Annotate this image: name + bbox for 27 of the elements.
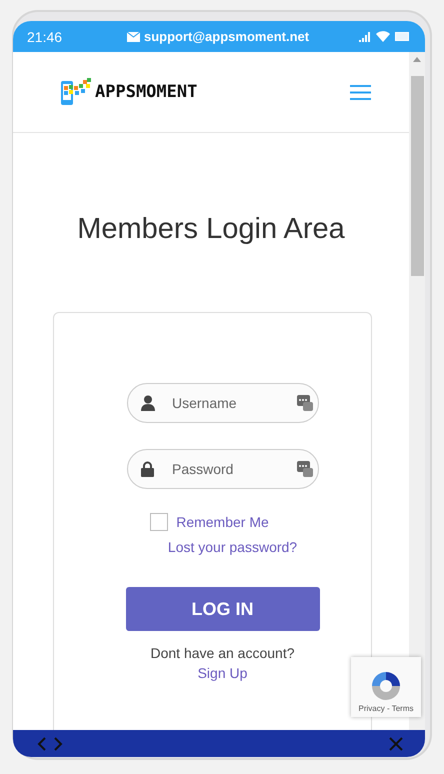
mail-icon — [127, 32, 140, 42]
menu-icon[interactable] — [350, 84, 371, 100]
login-button[interactable]: LOG IN — [126, 587, 320, 631]
recaptcha-badge[interactable]: Privacy - Terms — [351, 657, 421, 717]
forward-icon[interactable] — [54, 736, 63, 750]
signup-link[interactable]: Sign Up — [198, 665, 248, 681]
scrollbar-thumb[interactable] — [410, 76, 424, 276]
input-field[interactable]: Password — [127, 449, 319, 489]
back-icon[interactable] — [37, 736, 46, 750]
status-time: 21:46 — [27, 28, 64, 44]
lock-icon — [141, 461, 154, 477]
remember-checkbox[interactable] — [150, 513, 168, 531]
support-email: support@appsmoment.net — [144, 29, 310, 44]
close-icon[interactable] — [389, 736, 403, 750]
scroll-up-icon[interactable] — [413, 57, 421, 62]
battery-icon — [395, 32, 409, 41]
page-title: Members Login Area — [76, 213, 346, 246]
lost-password-link[interactable]: Lost your password? — [168, 539, 298, 555]
input-field[interactable]: Username — [127, 383, 319, 423]
wifi-icon — [376, 31, 390, 42]
remember-label[interactable]: Remember Me — [176, 514, 269, 530]
logo-text: APPSMOMENT — [95, 82, 198, 102]
signup-prompt: Dont have an account? — [150, 645, 294, 661]
user-icon — [141, 395, 155, 411]
recaptcha-links[interactable]: Privacy - Terms — [358, 704, 414, 713]
logo-icon — [61, 78, 91, 106]
signal-icon — [359, 32, 371, 42]
